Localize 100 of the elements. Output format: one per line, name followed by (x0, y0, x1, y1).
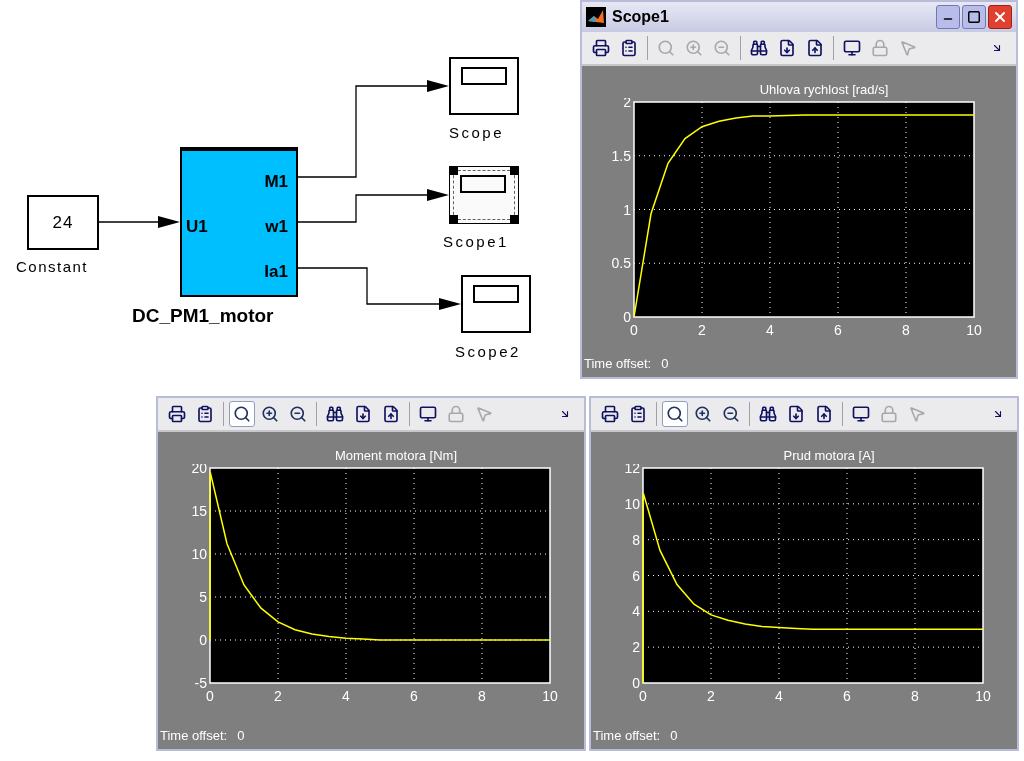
x-tick-label: 8 (911, 688, 919, 704)
x-tick-label: 6 (834, 322, 842, 338)
y-tick-label: 1.5 (611, 147, 631, 164)
x-tick-label: 4 (766, 322, 774, 338)
y-tick-label: 10 (191, 546, 207, 562)
pointer-icon (899, 39, 917, 57)
magnifier-icon (261, 405, 279, 423)
close-button[interactable] (988, 5, 1012, 29)
x-tick-label: 8 (902, 322, 910, 338)
binoculars-icon (326, 405, 344, 423)
x-tick-label: 4 (342, 688, 350, 704)
magnifier-icon (233, 405, 251, 423)
block-label: Scope1 (443, 232, 509, 252)
clipboard-icon (620, 39, 638, 57)
x-tick-label: 2 (707, 688, 715, 704)
time-offset-value: 0 (670, 726, 678, 745)
arrow-icon (559, 408, 571, 420)
x-tick-label: 4 (775, 688, 783, 704)
printer-icon (592, 39, 610, 57)
x-tick-label: 10 (966, 322, 982, 338)
subsystem-block[interactable]: U1 M1 w1 Ia1 (180, 147, 298, 297)
magnifier-icon (685, 39, 703, 57)
y-tick-label: 0.5 (611, 255, 631, 272)
y-tick-label: 0 (632, 675, 640, 691)
x-tick-label: 6 (843, 688, 851, 704)
arrow-icon (992, 408, 1004, 420)
x-tick-label: 0 (206, 688, 214, 704)
plot-title: Prud motora [A] (783, 448, 875, 464)
magnifier-icon (694, 405, 712, 423)
time-offset-label: Time offset: (160, 726, 228, 745)
binoculars-icon (759, 405, 777, 423)
document-icon (815, 405, 833, 423)
time-offset-label: Time offset: (593, 726, 661, 745)
app-logo-icon (586, 7, 606, 27)
block-label: Constant (16, 257, 89, 277)
maximize-icon (967, 10, 981, 24)
y-tick-label: 6 (632, 567, 640, 584)
clipboard-icon (629, 405, 647, 423)
constant-block[interactable]: 24 (27, 195, 99, 250)
port-label: Ia1 (264, 261, 288, 283)
scope-block[interactable] (461, 275, 531, 333)
x-tick-label: 10 (542, 688, 558, 704)
y-tick-label: 2 (623, 98, 631, 110)
pointer-icon (908, 405, 926, 423)
y-tick-label: 0 (199, 632, 207, 648)
window-title: Scope1 (612, 7, 669, 27)
x-tick-label: 0 (630, 322, 638, 338)
monitor-icon (852, 405, 870, 423)
block-label: Scope (449, 123, 505, 143)
magnifier-icon (666, 405, 684, 423)
magnifier-icon (657, 39, 675, 57)
document-icon (382, 405, 400, 423)
y-tick-label: 12 (624, 464, 640, 476)
maximize-button[interactable] (962, 5, 986, 29)
scope-block[interactable] (449, 57, 519, 115)
binoculars-icon (750, 39, 768, 57)
lock-icon (871, 39, 889, 57)
lock-icon (880, 405, 898, 423)
minimize-button[interactable] (936, 5, 960, 29)
document-icon (354, 405, 372, 423)
plot-title: Moment motora [Nm] (334, 448, 458, 464)
time-offset-label: Time offset: (584, 354, 652, 373)
scope-block[interactable] (449, 166, 519, 224)
pointer-icon (475, 405, 493, 423)
magnifier-icon (722, 405, 740, 423)
x-tick-label: 10 (975, 688, 991, 704)
y-tick-label: 4 (632, 603, 640, 620)
lock-icon (447, 405, 465, 423)
document-icon (806, 39, 824, 57)
port-label: U1 (186, 216, 208, 238)
y-tick-label: -5 (194, 675, 207, 691)
monitor-icon (843, 39, 861, 57)
plot-title: Uhlova rychlost [rad/s] (759, 82, 889, 98)
clipboard-icon (196, 405, 214, 423)
magnifier-icon (713, 39, 731, 57)
x-tick-label: 6 (410, 688, 418, 704)
block-label: DC_PM1_motor (132, 304, 274, 328)
document-icon (778, 39, 796, 57)
y-tick-label: 2 (632, 639, 640, 656)
document-icon (787, 405, 805, 423)
printer-icon (601, 405, 619, 423)
y-tick-label: 20 (191, 464, 207, 476)
toolbar-button[interactable] (229, 401, 255, 427)
port-label: w1 (265, 216, 288, 238)
y-tick-label: 10 (624, 495, 640, 512)
y-tick-label: 15 (191, 503, 207, 519)
y-tick-label: 0 (623, 309, 631, 325)
port-label: M1 (264, 171, 288, 193)
toolbar-button[interactable] (662, 401, 688, 427)
x-tick-label: 0 (639, 688, 647, 704)
x-tick-label: 2 (274, 688, 282, 704)
arrow-icon (991, 42, 1003, 54)
x-tick-label: 2 (698, 322, 706, 338)
close-icon (992, 9, 1008, 25)
printer-icon (168, 405, 186, 423)
monitor-icon (419, 405, 437, 423)
magnifier-icon (289, 405, 307, 423)
block-label: Scope2 (455, 342, 521, 362)
y-tick-label: 1 (623, 201, 631, 218)
y-tick-label: 5 (199, 589, 207, 605)
